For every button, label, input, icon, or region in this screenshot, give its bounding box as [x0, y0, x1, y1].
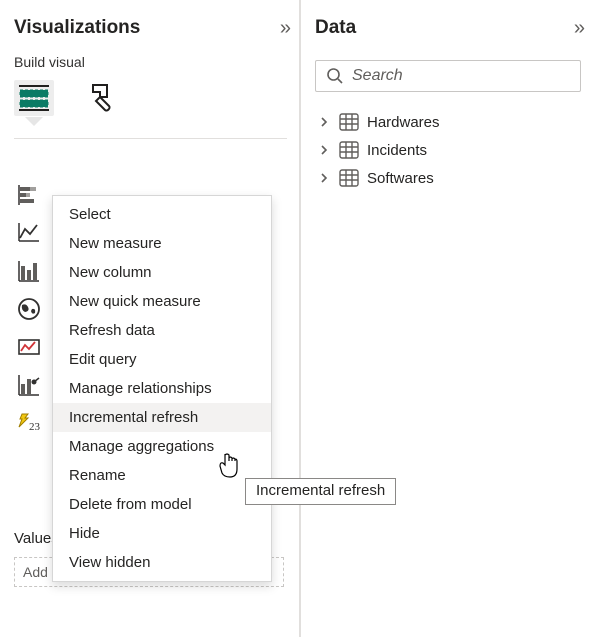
- context-menu-item[interactable]: New quick measure: [53, 287, 271, 316]
- gauge-icon[interactable]: [14, 332, 44, 362]
- svg-text:23: 23: [29, 421, 41, 433]
- table-row[interactable]: Hardwares: [315, 108, 581, 136]
- context-menu-item[interactable]: New column: [53, 258, 271, 287]
- collapse-data-icon[interactable]: »: [574, 17, 581, 40]
- line-chart-icon[interactable]: [14, 218, 44, 248]
- build-visual-icon: [17, 84, 51, 112]
- search-icon: [326, 67, 344, 85]
- context-menu-item[interactable]: Refresh data: [53, 316, 271, 345]
- tooltip: Incremental refresh: [245, 478, 396, 505]
- context-menu-item[interactable]: Edit query: [53, 345, 271, 374]
- data-panel: Data » Hardwares Incidents Softwares: [300, 0, 593, 637]
- ribbon-chart-icon[interactable]: [14, 256, 44, 286]
- search-input[interactable]: [352, 67, 570, 85]
- context-menu-item[interactable]: Manage aggregations: [53, 432, 271, 461]
- context-menu-item[interactable]: View hidden: [53, 548, 271, 577]
- build-visual-tab[interactable]: [14, 80, 54, 116]
- viz-divider: [14, 138, 287, 139]
- context-menu-item[interactable]: Hide: [53, 519, 271, 548]
- qa-visual-icon[interactable]: 23: [14, 408, 44, 438]
- table-name: Softwares: [367, 170, 434, 187]
- table-icon: [339, 141, 359, 159]
- chevron-right-icon: [317, 144, 331, 156]
- search-box[interactable]: [315, 60, 581, 92]
- context-menu-item[interactable]: New measure: [53, 229, 271, 258]
- viz-panel-title: Visualizations: [14, 17, 140, 39]
- viz-panel-header: Visualizations »: [14, 10, 287, 46]
- context-menu-item[interactable]: Incremental refresh: [53, 403, 271, 432]
- tables-list: Hardwares Incidents Softwares: [315, 108, 581, 192]
- table-name: Hardwares: [367, 114, 440, 131]
- table-row[interactable]: Softwares: [315, 164, 581, 192]
- stacked-bar-icon[interactable]: [14, 180, 44, 210]
- data-panel-header: Data »: [315, 10, 581, 46]
- table-name: Incidents: [367, 142, 427, 159]
- context-menu: SelectNew measureNew columnNew quick mea…: [52, 195, 272, 582]
- table-icon: [339, 169, 359, 187]
- kpi-icon[interactable]: [14, 370, 44, 400]
- format-visual-tab[interactable]: [82, 80, 122, 116]
- viz-mode-tabs: [14, 80, 287, 116]
- visual-type-gallery: 23: [14, 180, 44, 438]
- context-menu-item[interactable]: Rename: [53, 461, 271, 490]
- build-visual-label: Build visual: [14, 54, 287, 70]
- context-menu-item[interactable]: Select: [53, 200, 271, 229]
- table-icon: [339, 113, 359, 131]
- format-visual-icon: [87, 83, 117, 113]
- map-icon[interactable]: [14, 294, 44, 324]
- context-menu-item[interactable]: Delete from model: [53, 490, 271, 519]
- collapse-viz-icon[interactable]: »: [280, 17, 287, 40]
- chevron-right-icon: [317, 116, 331, 128]
- table-row[interactable]: Incidents: [315, 136, 581, 164]
- data-panel-title: Data: [315, 17, 356, 39]
- context-menu-item[interactable]: Manage relationships: [53, 374, 271, 403]
- chevron-right-icon: [317, 172, 331, 184]
